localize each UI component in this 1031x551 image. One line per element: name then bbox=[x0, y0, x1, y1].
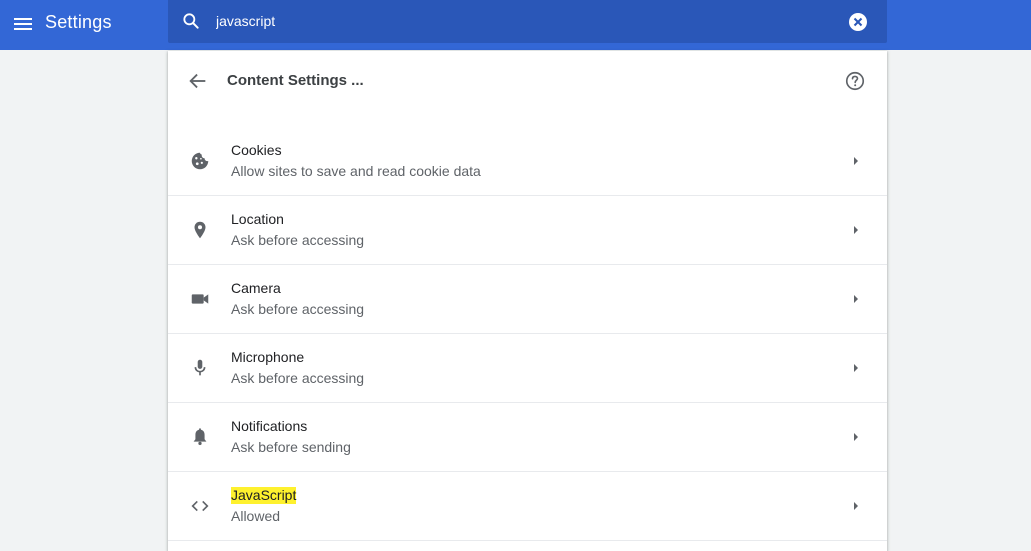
list-item-subtitle: Ask before accessing bbox=[231, 232, 365, 248]
search-box bbox=[168, 0, 887, 43]
list-item-camera[interactable]: Camera Ask before accessing bbox=[168, 265, 887, 334]
list-item-title: JavaScript bbox=[231, 487, 297, 504]
chevron-right-icon bbox=[851, 500, 861, 512]
clear-search-icon[interactable] bbox=[848, 12, 868, 32]
list-item-title: Cookies bbox=[231, 142, 282, 158]
list-item-subtitle: Ask before sending bbox=[231, 439, 351, 455]
bell-icon bbox=[189, 426, 211, 448]
back-arrow-icon[interactable] bbox=[187, 70, 209, 92]
chevron-right-icon bbox=[851, 293, 861, 305]
cookie-icon bbox=[189, 150, 211, 172]
list-item-javascript[interactable]: JavaScript Allowed bbox=[168, 472, 887, 541]
list-item-title: Microphone bbox=[231, 349, 305, 365]
list-item-title: Camera bbox=[231, 280, 281, 296]
list-item-subtitle: Allow sites to save and read cookie data bbox=[231, 163, 481, 179]
list-item-subtitle: Ask before accessing bbox=[231, 301, 365, 317]
code-icon bbox=[189, 495, 211, 517]
settings-card: Content Settings ... Cookies Allow sites… bbox=[168, 51, 887, 551]
chevron-right-icon bbox=[851, 431, 861, 443]
chevron-right-icon bbox=[851, 155, 861, 167]
hamburger-menu-icon[interactable] bbox=[11, 12, 35, 36]
content-settings-list: Cookies Allow sites to save and read coo… bbox=[168, 127, 887, 541]
list-item-notifications[interactable]: Notifications Ask before sending bbox=[168, 403, 887, 472]
search-input[interactable] bbox=[216, 11, 816, 31]
help-icon[interactable] bbox=[844, 70, 866, 92]
list-item-subtitle: Ask before accessing bbox=[231, 370, 365, 386]
list-item-title: Location bbox=[231, 211, 284, 227]
top-app-bar: Settings bbox=[0, 0, 1031, 50]
chevron-right-icon bbox=[851, 224, 861, 236]
list-item-title: Notifications bbox=[231, 418, 308, 434]
page-title: Content Settings ... bbox=[227, 72, 364, 89]
card-header: Content Settings ... bbox=[168, 51, 887, 111]
microphone-icon bbox=[189, 357, 211, 379]
location-pin-icon bbox=[189, 219, 211, 241]
list-item-subtitle: Allowed bbox=[231, 508, 281, 524]
list-item-location[interactable]: Location Ask before accessing bbox=[168, 196, 887, 265]
camera-icon bbox=[189, 288, 211, 310]
app-title: Settings bbox=[45, 12, 112, 32]
chevron-right-icon bbox=[851, 362, 861, 374]
list-item-microphone[interactable]: Microphone Ask before accessing bbox=[168, 334, 887, 403]
search-icon[interactable] bbox=[181, 11, 201, 31]
list-item-cookies[interactable]: Cookies Allow sites to save and read coo… bbox=[168, 127, 887, 196]
